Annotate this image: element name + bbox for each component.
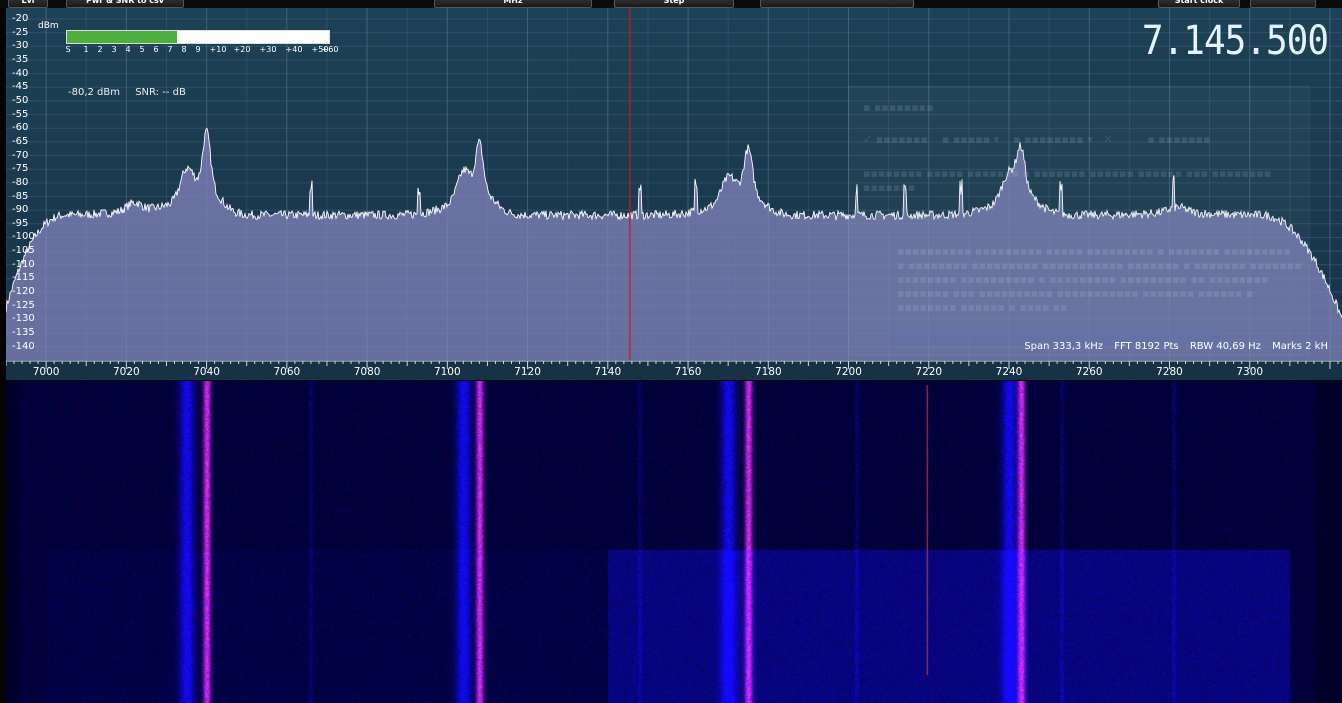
- smeter-scale-label: 1: [83, 45, 89, 54]
- s-meter-scale: S 1 2 3 4 5 6 7 8 9 +10 +20 +30 +40 +50 +60: [64, 45, 338, 55]
- dbm-tick-label: -55: [12, 108, 29, 120]
- rbw-label: RBW 40,69 Hz: [1189, 341, 1261, 352]
- dbm-tick-label: -120: [12, 286, 35, 298]
- smeter-scale-label: 5: [139, 45, 145, 54]
- snr-readout: SNR: -- dB: [135, 87, 186, 98]
- smeter-scale-label: 4: [125, 45, 131, 54]
- frequency-tick-label: 7180: [754, 366, 782, 378]
- smeter-scale-label: 2: [97, 45, 103, 54]
- frequency-tick-label: 7120: [514, 366, 541, 378]
- mhz-field[interactable]: MHz: [434, 0, 592, 8]
- s-meter-level: [67, 31, 178, 43]
- dbm-tick-label: -70: [12, 149, 29, 161]
- dbm-tick-label: -75: [12, 163, 29, 175]
- dbm-tick-label: -65: [12, 135, 29, 147]
- dbm-tick-label: -40: [12, 67, 29, 79]
- dbm-tick-label: -115: [12, 272, 35, 284]
- dbm-tick-label: -60: [12, 122, 29, 134]
- signal-readout: -80,2 dBm SNR: -- dB: [68, 87, 198, 98]
- fft-status-line: Span 333,3 kHz FFT 8192 Pts RBW 40,69 Hz…: [1016, 341, 1328, 352]
- smeter-scale-label: 3: [111, 45, 117, 54]
- dbm-tick-label: -130: [12, 313, 35, 325]
- smeter-scale-label: 7: [167, 45, 173, 54]
- step-field[interactable]: Step: [614, 0, 734, 8]
- frequency-tick-label: 7300: [1236, 366, 1264, 378]
- smeter-scale-label: 8: [181, 45, 187, 54]
- dbm-tick-label: -125: [12, 299, 35, 311]
- frequency-display[interactable]: 7.145.500: [1142, 18, 1329, 64]
- smeter-scale-label: +30: [259, 45, 277, 54]
- smeter-scale-label: +60: [321, 45, 339, 54]
- level-button[interactable]: Lvl: [8, 0, 48, 8]
- dbm-tick-label: -80: [12, 176, 29, 188]
- dbm-scale: -20 -25 -30 -35 -40 -45 -50 -55 -60 -65 -70 -75 -80-…: [6, 8, 42, 368]
- background-dialog-ghost: ▪ ▪▪▪▪▪▪▪▪ ✓ ▪▪▪▪▪▪▪ ▪ ▪▪▪▪▪ ▾ ▪ ▪▪▪▪▪▪▪…: [848, 86, 1310, 356]
- dbm-tick-label: -110: [12, 258, 35, 270]
- frequency-tick-label: 7060: [273, 366, 301, 378]
- sdr-application: Lvl Pwr & SNR to csv MHz Step Start cloc…: [0, 0, 1342, 703]
- fft-label: FFT 8192 Pts: [1114, 341, 1179, 352]
- dbm-tick-label: -100: [12, 231, 35, 243]
- frequency-tick-label: 7200: [835, 366, 862, 378]
- frequency-tick-label: 7040: [193, 366, 220, 378]
- marks-label: Marks 2 kH: [1272, 341, 1328, 352]
- dbm-tick-label: -45: [12, 81, 29, 93]
- frequency-tick-label: 7020: [112, 366, 140, 378]
- waterfall-canvas[interactable]: [6, 381, 1342, 703]
- dbm-tick-label: -140: [12, 340, 35, 352]
- dbm-unit-label: dBm: [38, 21, 59, 31]
- top-toolbar: Lvl Pwr & SNR to csv MHz Step Start cloc…: [0, 0, 1342, 8]
- clock-display: [1250, 0, 1316, 8]
- frequency-tick-label: 7240: [995, 366, 1023, 378]
- dbm-tick-label: -135: [12, 327, 35, 339]
- frequency-tick-label: 7160: [674, 366, 702, 378]
- frequency-tick-label: 7100: [433, 366, 461, 378]
- dbm-tick-label: -90: [12, 204, 29, 216]
- frequency-tick-label: 7280: [1156, 366, 1183, 378]
- pwr-snr-csv-button[interactable]: Pwr & SNR to csv: [66, 0, 184, 8]
- waterfall-panel[interactable]: [6, 381, 1342, 703]
- smeter-scale-label: +10: [209, 45, 227, 54]
- frequency-input[interactable]: [760, 0, 914, 8]
- smeter-scale-label: +20: [233, 45, 251, 54]
- smeter-scale-label: S: [65, 45, 71, 54]
- dbm-tick-label: -35: [12, 53, 29, 65]
- dbm-tick-label: -30: [12, 40, 29, 52]
- frequency-tick-label: 7260: [1075, 366, 1103, 378]
- smeter-scale-label: 6: [153, 45, 159, 54]
- smeter-scale-label: +40: [285, 45, 303, 54]
- frequency-tick-label: 7000: [32, 366, 60, 378]
- frequency-tick-label: 7220: [915, 366, 943, 378]
- dbm-tick-label: -95: [12, 217, 29, 229]
- signal-level-dbm: -80,2 dBm: [68, 87, 121, 98]
- spectrum-panel[interactable]: ▪ ▪▪▪▪▪▪▪▪ ✓ ▪▪▪▪▪▪▪ ▪ ▪▪▪▪▪ ▾ ▪ ▪▪▪▪▪▪▪…: [6, 8, 1342, 380]
- start-clock-button[interactable]: Start clock: [1158, 0, 1240, 8]
- frequency-axis: 7000 7020 7040 7060 7080 7100 7120 7140 7160 7180…: [6, 360, 1342, 380]
- dbm-tick-label: -85: [12, 190, 29, 202]
- dbm-tick-label: -50: [12, 94, 29, 106]
- s-meter-bar: [66, 30, 330, 44]
- span-label: Span 333,3 kHz: [1024, 341, 1104, 352]
- frequency-tick-label: 7080: [353, 366, 381, 378]
- dbm-tick-label: -105: [12, 245, 35, 257]
- frequency-tick-label: 7140: [594, 366, 622, 378]
- smeter-scale-label: 9: [195, 45, 201, 54]
